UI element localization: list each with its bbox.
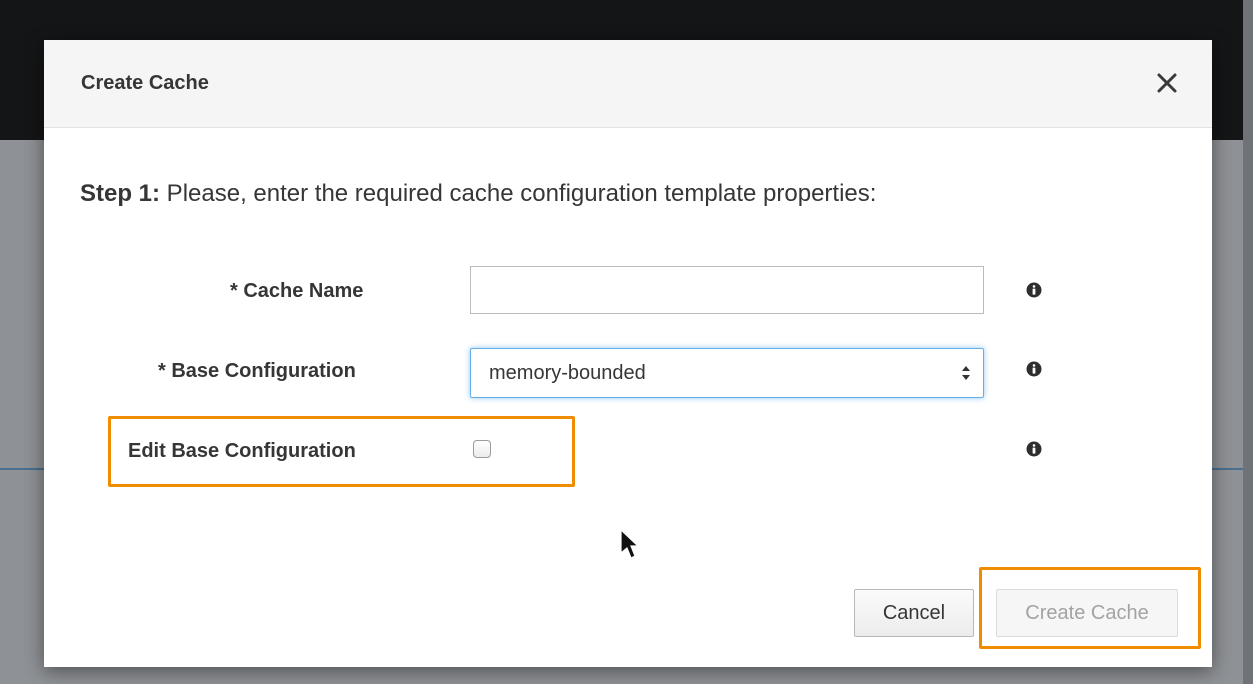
base-configuration-label: * Base Configuration: [158, 360, 356, 382]
screen: Create Cache Step 1: Please, enter the r…: [0, 0, 1253, 684]
cache-name-label: * Cache Name: [230, 280, 364, 302]
base-configuration-value: memory-bounded: [489, 362, 646, 384]
dialog-header: Create Cache: [44, 40, 1212, 128]
edit-configuration-highlight: [108, 416, 575, 487]
dialog-title: Create Cache: [81, 72, 209, 94]
step-label: Step 1:: [80, 180, 161, 207]
step-description: Please, enter the required cache configu…: [160, 180, 877, 207]
cache-name-input[interactable]: [470, 266, 984, 314]
info-icon[interactable]: [1026, 282, 1042, 298]
step-instructions: Step 1: Please, enter the required cache…: [80, 180, 876, 208]
cancel-button[interactable]: Cancel: [854, 589, 974, 637]
info-icon[interactable]: [1026, 441, 1042, 457]
mouse-cursor-icon: [620, 529, 640, 559]
base-configuration-select[interactable]: memory-bounded: [470, 348, 984, 398]
info-icon[interactable]: [1026, 361, 1042, 377]
create-button-highlight: [979, 567, 1201, 649]
close-icon[interactable]: [1154, 70, 1180, 96]
background-scrollbar: [1243, 0, 1253, 684]
select-arrows-icon: [962, 366, 970, 380]
